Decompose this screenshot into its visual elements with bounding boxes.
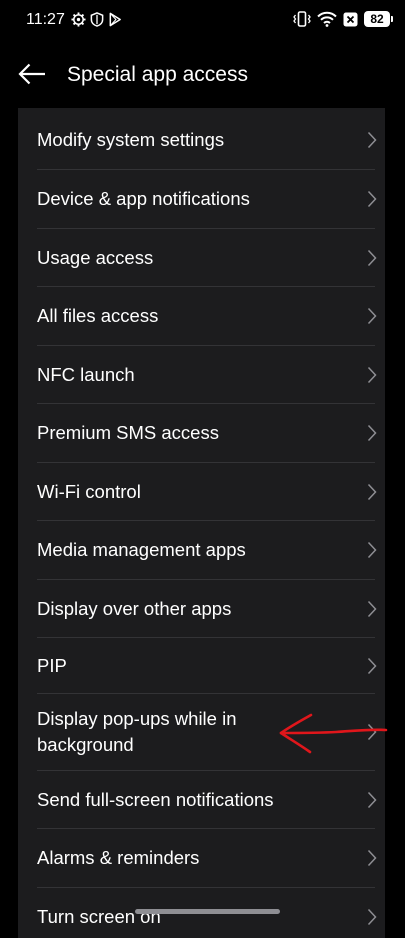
battery-icon: 82: [364, 11, 393, 27]
wifi-icon: [317, 11, 337, 27]
list-item-label: All files access: [37, 305, 159, 326]
list-item-label: Wi-Fi control: [37, 480, 141, 502]
list-item-modify-system-settings[interactable]: Modify system settings: [18, 111, 385, 169]
gear-icon: [71, 12, 86, 27]
list-item-label: Alarms & reminders: [37, 847, 200, 868]
close-box-icon: [343, 12, 358, 27]
status-left-icons: [71, 12, 122, 27]
list-item-nfc-launch[interactable]: NFC launch: [18, 346, 385, 403]
list-item-premium-sms-access[interactable]: Premium SMS access: [18, 404, 385, 462]
list-item-display-over-other-apps[interactable]: Display over other apps: [18, 580, 385, 637]
list-item-label: Media management apps: [37, 539, 246, 560]
list-item-media-management-apps[interactable]: Media management apps: [18, 521, 385, 579]
list-item-all-files-access[interactable]: All files access: [18, 287, 385, 345]
chevron-right-icon: [367, 541, 377, 559]
list-item-wifi-control[interactable]: Wi-Fi control: [18, 463, 385, 520]
list-item-label: PIP: [37, 654, 67, 676]
vibrate-icon: [293, 11, 311, 27]
chevron-right-icon: [367, 483, 377, 500]
chevron-right-icon: [367, 131, 377, 149]
chevron-right-icon: [367, 723, 377, 741]
status-right-icons: 82: [293, 11, 393, 27]
page-title: Special app access: [67, 63, 248, 86]
chevron-right-icon: [367, 791, 377, 808]
chevron-right-icon: [367, 190, 377, 208]
chevron-right-icon: [367, 366, 377, 383]
list-item-usage-access[interactable]: Usage access: [18, 229, 385, 286]
special-access-list: Modify system settings Device & app noti…: [18, 108, 385, 938]
list-item-send-full-screen-notifications[interactable]: Send full-screen notifications: [18, 771, 385, 828]
chevron-right-icon: [367, 307, 377, 325]
list-item-label: Turn screen on: [37, 905, 161, 927]
list-item-alarms-reminders[interactable]: Alarms & reminders: [18, 829, 385, 887]
list-item-label: Device & app notifications: [37, 188, 250, 209]
home-indicator[interactable]: [135, 909, 280, 914]
status-time: 11:27: [26, 11, 65, 28]
list-item-label: Modify system settings: [37, 129, 225, 150]
list-item-pip[interactable]: PIP: [18, 638, 385, 693]
chevron-right-icon: [367, 657, 377, 674]
chevron-right-icon: [367, 849, 377, 867]
list-item-label: NFC launch: [37, 363, 135, 385]
chevron-right-icon: [367, 424, 377, 442]
list-item-label: Send full-screen notifications: [37, 788, 274, 810]
status-bar: 11:27 82: [0, 0, 405, 42]
app-bar: Special app access: [0, 42, 405, 108]
list-item-label: Usage access: [37, 246, 154, 268]
play-store-icon: [108, 12, 122, 27]
list-item-label: Premium SMS access: [37, 422, 219, 443]
chevron-right-icon: [367, 600, 377, 617]
list-item-label: Display over other apps: [37, 597, 232, 619]
list-item-display-popups-background[interactable]: Display pop-ups while in background: [18, 694, 385, 770]
list-item-device-app-notifications[interactable]: Device & app notifications: [18, 170, 385, 228]
chevron-right-icon: [367, 249, 377, 266]
shield-icon: [90, 12, 104, 27]
arrow-left-icon: [18, 63, 46, 90]
chevron-right-icon: [367, 908, 377, 925]
list-item-label: Display pop-ups while in background: [37, 708, 237, 755]
back-button[interactable]: [14, 60, 50, 92]
